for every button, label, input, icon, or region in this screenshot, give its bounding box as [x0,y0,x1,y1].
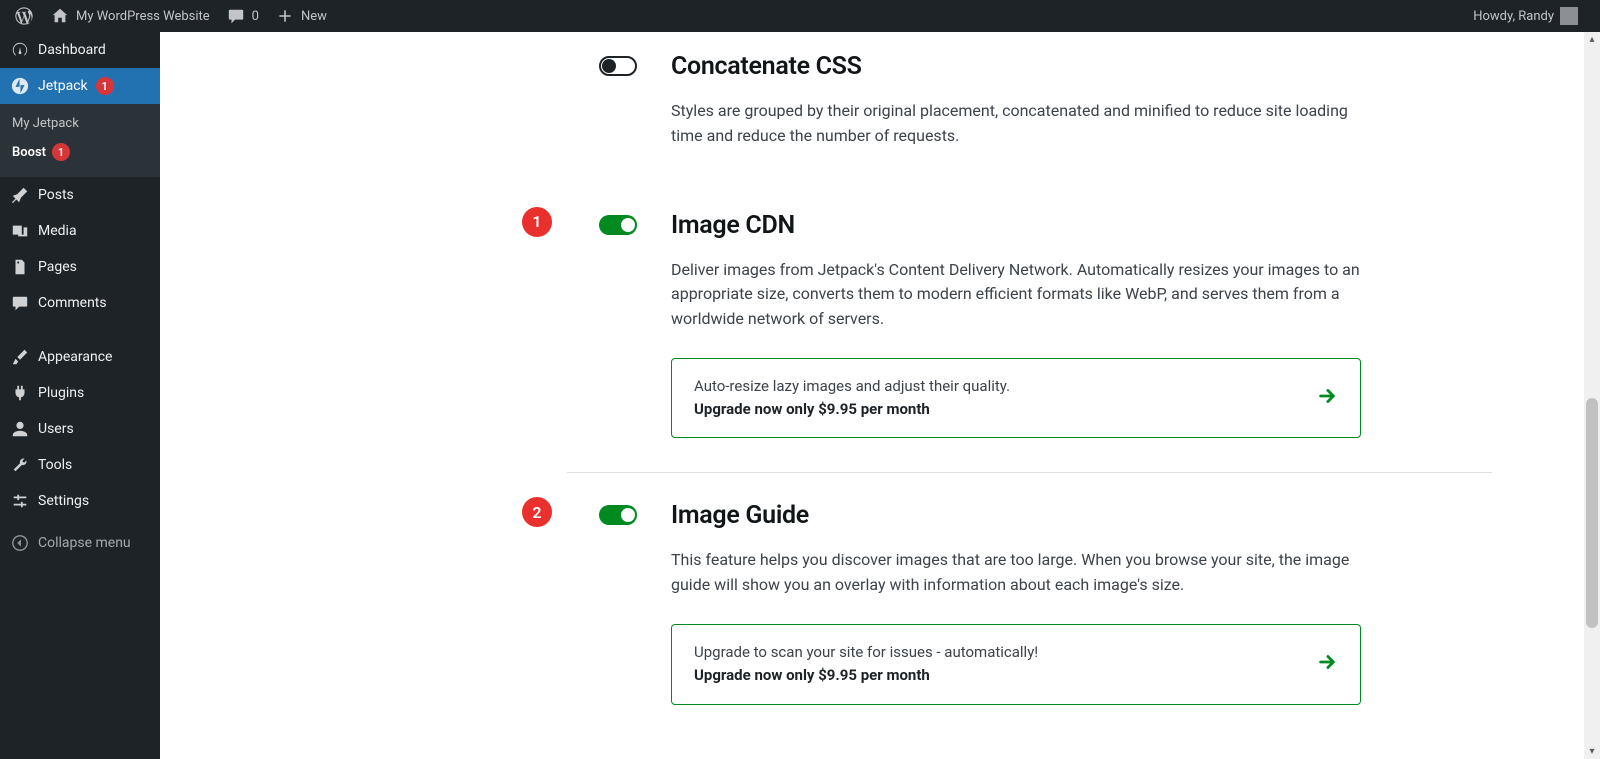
pin-icon [10,185,30,205]
toggle-concatenate-css[interactable] [599,56,637,76]
wordpress-logo-icon [14,6,34,26]
sidebar-label: Collapse menu [38,535,131,551]
annotation-1: 1 [522,207,552,237]
sidebar-item-appearance[interactable]: Appearance [0,339,160,375]
annotation-2: 2 [522,497,552,527]
sidebar-item-jetpack[interactable]: Jetpack 1 [0,68,160,104]
media-icon [10,221,30,241]
wp-logo-menu[interactable] [6,0,42,32]
new-content-link[interactable]: New [267,0,335,32]
sidebar-item-comments[interactable]: Comments [0,285,160,321]
upgrade-line-2: Upgrade now only $9.95 per month [694,664,1038,687]
sidebar-item-pages[interactable]: Pages [0,249,160,285]
sidebar-label: Posts [38,187,74,203]
toggle-image-cdn[interactable] [599,215,637,235]
brush-icon [10,347,30,367]
howdy-text: Howdy, Randy [1473,9,1554,24]
badge: 1 [52,143,70,161]
arrow-right-icon [1316,385,1338,411]
my-account-link[interactable]: Howdy, Randy [1465,0,1586,32]
sidebar-label: Tools [38,457,72,473]
wrench-icon [10,455,30,475]
sidebar-item-settings[interactable]: Settings [0,483,160,519]
sidebar-label: Dashboard [38,42,106,58]
comment-icon [226,6,246,26]
sidebar-item-collapse[interactable]: Collapse menu [0,525,160,561]
new-label: New [301,9,327,24]
scrollbar[interactable]: ▴ ▾ [1584,32,1600,759]
avatar [1560,7,1578,25]
comments-link[interactable]: 0 [218,0,267,32]
comment-icon [10,293,30,313]
sidebar-label: Settings [38,493,89,509]
plus-icon [275,6,295,26]
label: My Jetpack [12,116,79,131]
sidebar-subitem-my-jetpack[interactable]: My Jetpack [0,110,160,137]
arrow-right-icon [1316,651,1338,677]
upgrade-box-image-guide[interactable]: Upgrade to scan your site for issues - a… [671,624,1361,705]
sidebar-item-media[interactable]: Media [0,213,160,249]
scroll-up-icon: ▴ [1589,34,1594,45]
upgrade-line-1: Auto-resize lazy images and adjust their… [694,375,1010,398]
plug-icon [10,383,30,403]
comments-count: 0 [252,9,259,24]
setting-row-image-cdn: 1 Image CDN Deliver images from Jetpack'… [567,183,1492,473]
setting-description: Styles are grouped by their original pla… [671,99,1361,149]
setting-description: This feature helps you discover images t… [671,548,1361,598]
scroll-down-icon: ▾ [1589,746,1594,757]
setting-row-image-guide: 2 Image Guide This feature helps you dis… [567,472,1492,738]
sidebar-label: Jetpack [38,78,88,94]
sidebar-item-posts[interactable]: Posts [0,177,160,213]
collapse-icon [10,533,30,553]
sidebar-label: Pages [38,259,77,275]
content-area: Concatenate CSS Styles are grouped by th… [160,32,1584,759]
sidebar-subitem-boost[interactable]: Boost 1 [0,137,160,167]
sidebar-label: Plugins [38,385,84,401]
sidebar-label: Media [38,223,77,239]
sidebar-item-plugins[interactable]: Plugins [0,375,160,411]
sidebar-label: Users [38,421,74,437]
badge: 1 [96,77,114,95]
sidebar-submenu-jetpack: My Jetpack Boost 1 [0,104,160,177]
setting-description: Deliver images from Jetpack's Content De… [671,258,1361,332]
upgrade-line-1: Upgrade to scan your site for issues - a… [694,641,1038,664]
setting-row-concatenate-css: Concatenate CSS Styles are grouped by th… [567,42,1492,183]
sidebar-item-users[interactable]: Users [0,411,160,447]
sidebar-label: Comments [38,295,107,311]
site-name-link[interactable]: My WordPress Website [42,0,218,32]
admin-toolbar: My WordPress Website 0 New Howdy, Randy [0,0,1600,32]
sliders-icon [10,491,30,511]
site-name-text: My WordPress Website [76,9,210,24]
page-icon [10,257,30,277]
label: Boost [12,145,46,160]
setting-title: Image CDN [671,211,1492,240]
setting-title: Image Guide [671,501,1492,530]
setting-title: Concatenate CSS [671,52,1492,81]
upgrade-line-2: Upgrade now only $9.95 per month [694,398,1010,421]
toggle-image-guide[interactable] [599,505,637,525]
jetpack-icon [10,76,30,96]
scrollbar-thumb[interactable] [1586,398,1598,628]
upgrade-box-image-cdn[interactable]: Auto-resize lazy images and adjust their… [671,358,1361,439]
sidebar-item-tools[interactable]: Tools [0,447,160,483]
gauge-icon [10,40,30,60]
sidebar-item-dashboard[interactable]: Dashboard [0,32,160,68]
admin-sidebar: Dashboard Jetpack 1 My Jetpack Boost 1 Po… [0,32,160,759]
home-icon [50,6,70,26]
user-icon [10,419,30,439]
sidebar-label: Appearance [38,349,112,365]
